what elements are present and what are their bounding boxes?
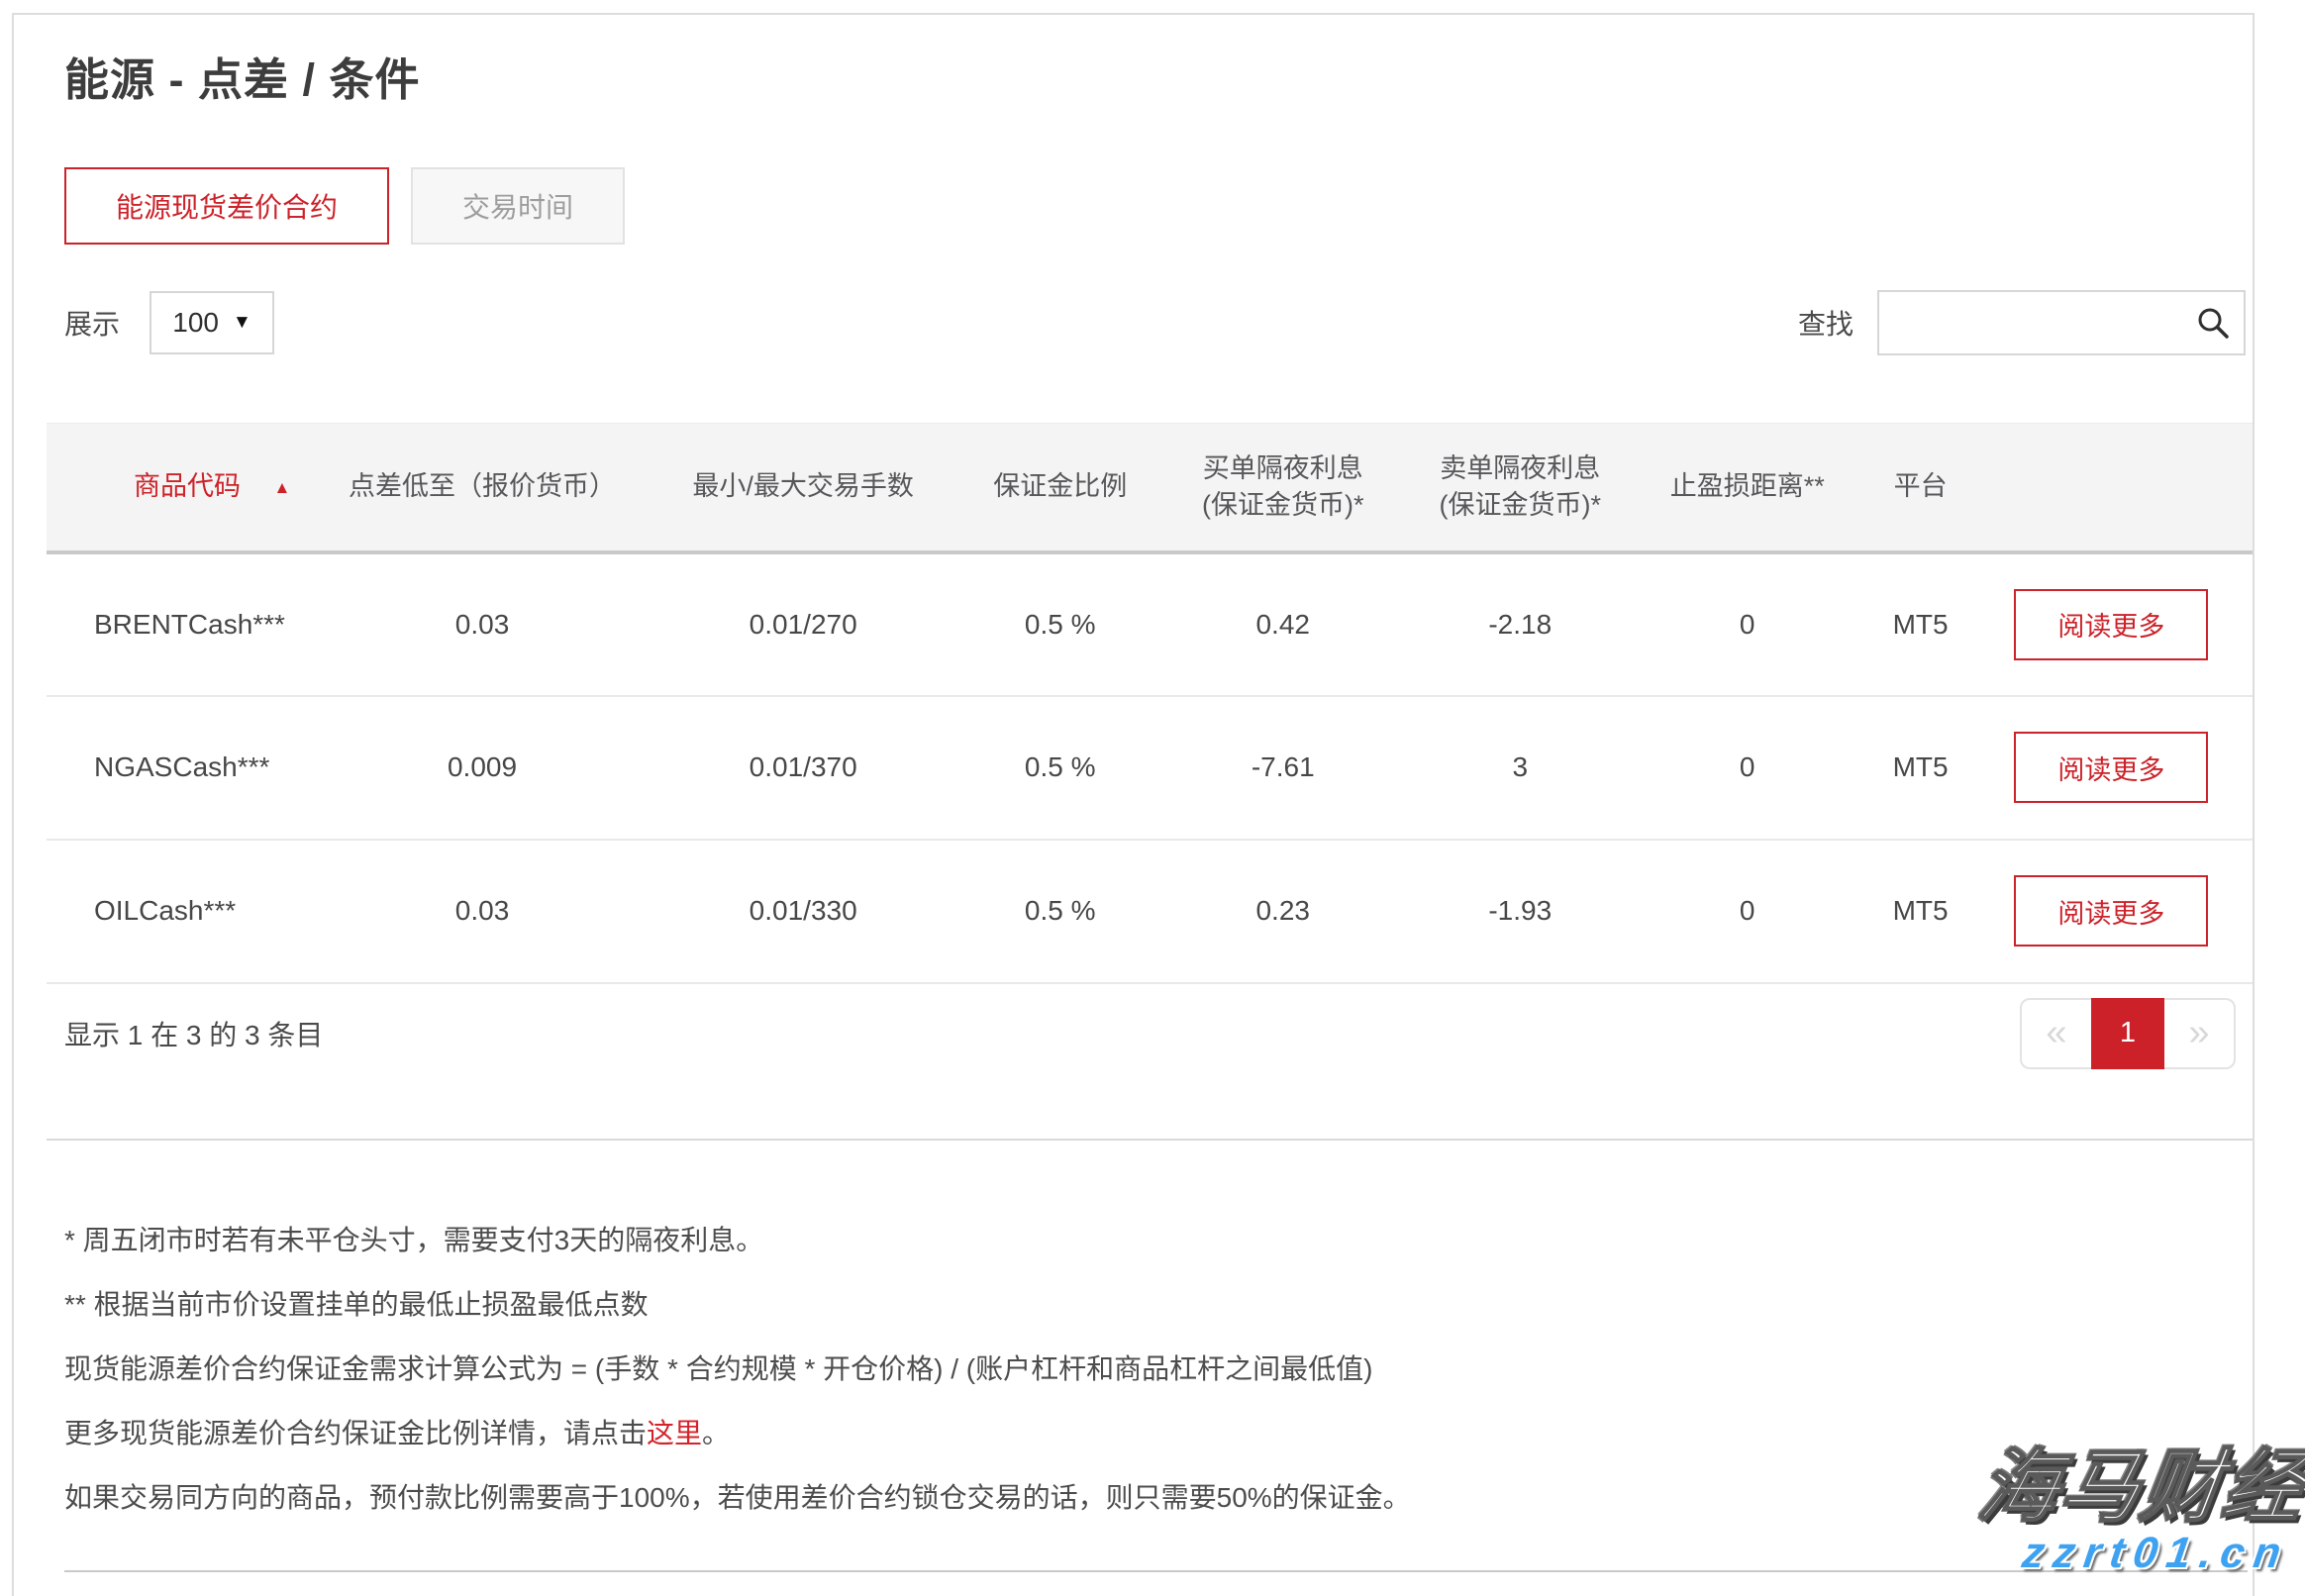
watermark-site: zzrt01.cn: [1967, 1529, 2299, 1578]
table-row: BRENTCash*** 0.03 0.01/270 0.5 % 0.42 -2…: [47, 552, 2253, 696]
cell-sell-swap: 3: [1417, 696, 1624, 840]
chevron-down-icon: ▼: [233, 312, 251, 334]
cell-margin: 0.5 %: [971, 552, 1150, 696]
search-input[interactable]: [1879, 292, 2244, 353]
cell-product-code: OILCash***: [47, 840, 329, 983]
cell-margin: 0.5 %: [971, 840, 1150, 983]
col-header-sell-swap[interactable]: 卖单隔夜利息 (保证金货币)*: [1417, 424, 1624, 552]
pagination-next-button[interactable]: »: [2164, 998, 2236, 1069]
col-header-label: 商品代码: [134, 471, 241, 501]
table-controls: 展示 100 ▼ 查找: [64, 290, 2253, 355]
cell-spread: 0.03: [329, 552, 636, 696]
cell-product-code: BRENTCash***: [47, 552, 329, 696]
cell-lots: 0.01/330: [636, 840, 971, 983]
cell-platform: MT5: [1870, 840, 1969, 983]
footnote-margin-formula: 现货能源差价合约保证金需求计算公式为 = (手数 * 合约规模 * 开仓价格) …: [64, 1354, 2253, 1384]
cell-margin: 0.5 %: [971, 696, 1150, 840]
search-box: [1877, 290, 2246, 355]
footnote-overnight: * 周五闭市时若有未平仓头寸，需要支付3天的隔夜利息。: [64, 1226, 2253, 1255]
read-more-button[interactable]: 阅读更多: [2014, 732, 2208, 803]
tab-energy-spot-cfd[interactable]: 能源现货差价合约: [64, 167, 389, 245]
cell-sell-swap: -1.93: [1417, 840, 1624, 983]
search-icon[interactable]: [2196, 306, 2230, 340]
pagination-summary: 显示 1 在 3 的 3 条目: [64, 1014, 323, 1053]
footnote-hedging: 如果交易同方向的商品，预付款比例需要高于100%，若使用差价合约锁仓交易的话，则…: [64, 1483, 2253, 1513]
watermark-brand: 海马财经: [1974, 1446, 2305, 1529]
cell-stop-distance: 0: [1624, 840, 1871, 983]
bottom-divider: [64, 1570, 2248, 1572]
pagination-page-1[interactable]: 1: [2091, 998, 2164, 1069]
cell-actions: 阅读更多: [1970, 840, 2253, 983]
cell-buy-swap: 0.42: [1150, 552, 1417, 696]
cell-platform: MT5: [1870, 696, 1969, 840]
col-header-stop-distance[interactable]: 止盈损距离**: [1624, 424, 1871, 552]
show-label: 展示: [64, 303, 120, 343]
page: 能源 - 点差 / 条件 能源现货差价合约 交易时间 展示 100 ▼ 查找: [0, 0, 2305, 1596]
footnotes: * 周五闭市时若有未平仓头寸，需要支付3天的隔夜利息。 ** 根据当前市价设置挂…: [47, 1226, 2253, 1513]
col-header-actions: [1970, 424, 2253, 552]
pagination-row: 显示 1 在 3 的 3 条目 « 1 »: [64, 998, 2253, 1069]
watermark: 海马财经 zzrt01.cn: [1967, 1446, 2305, 1578]
col-header-lots[interactable]: 最小/最大交易手数: [636, 424, 971, 552]
cell-lots: 0.01/370: [636, 696, 971, 840]
col-header-platform[interactable]: 平台: [1870, 424, 1969, 552]
pager: « 1 »: [2020, 998, 2236, 1069]
cell-lots: 0.01/270: [636, 552, 971, 696]
col-header-spread[interactable]: 点差低至（报价货币）: [329, 424, 636, 552]
page-size-value: 100: [172, 307, 219, 339]
col-header-margin[interactable]: 保证金比例: [971, 424, 1150, 552]
footnote-margin-details: 更多现货能源差价合约保证金比例详情，请点击这里。: [64, 1419, 2253, 1448]
spreads-table: 商品代码 ▲ 点差低至（报价货币） 最小/最大交易手数 保证金比例 买单隔夜利息…: [47, 423, 2253, 984]
tab-trading-hours[interactable]: 交易时间: [411, 167, 625, 245]
page-title: 能源 - 点差 / 条件: [64, 54, 2253, 106]
table-header-row: 商品代码 ▲ 点差低至（报价货币） 最小/最大交易手数 保证金比例 买单隔夜利息…: [47, 424, 2253, 552]
table-row: NGASCash*** 0.009 0.01/370 0.5 % -7.61 3…: [47, 696, 2253, 840]
page-size-select[interactable]: 100 ▼: [150, 291, 274, 354]
cell-platform: MT5: [1870, 552, 1969, 696]
read-more-button[interactable]: 阅读更多: [2014, 875, 2208, 947]
cell-buy-swap: 0.23: [1150, 840, 1417, 983]
tab-bar: 能源现货差价合约 交易时间: [64, 167, 2253, 245]
cell-spread: 0.03: [329, 840, 636, 983]
read-more-button[interactable]: 阅读更多: [2014, 589, 2208, 660]
section-divider: [47, 1139, 2253, 1141]
pagination-prev-button[interactable]: «: [2020, 998, 2091, 1069]
cell-stop-distance: 0: [1624, 552, 1871, 696]
sort-asc-icon: ▲: [274, 478, 291, 497]
cell-actions: 阅读更多: [1970, 552, 2253, 696]
content-card: 能源 - 点差 / 条件 能源现货差价合约 交易时间 展示 100 ▼ 查找: [12, 13, 2255, 1596]
cell-sell-swap: -2.18: [1417, 552, 1624, 696]
search-label: 查找: [1798, 303, 1854, 343]
cell-product-code: NGASCash***: [47, 696, 329, 840]
col-header-buy-swap[interactable]: 买单隔夜利息 (保证金货币)*: [1150, 424, 1417, 552]
table-row: OILCash*** 0.03 0.01/330 0.5 % 0.23 -1.9…: [47, 840, 2253, 983]
cell-stop-distance: 0: [1624, 696, 1871, 840]
col-header-product-code[interactable]: 商品代码 ▲: [47, 424, 329, 552]
cell-spread: 0.009: [329, 696, 636, 840]
here-link[interactable]: 这里: [647, 1418, 702, 1448]
cell-actions: 阅读更多: [1970, 696, 2253, 840]
cell-buy-swap: -7.61: [1150, 696, 1417, 840]
footnote-stop-levels: ** 根据当前市价设置挂单的最低止损盈最低点数: [64, 1290, 2253, 1320]
